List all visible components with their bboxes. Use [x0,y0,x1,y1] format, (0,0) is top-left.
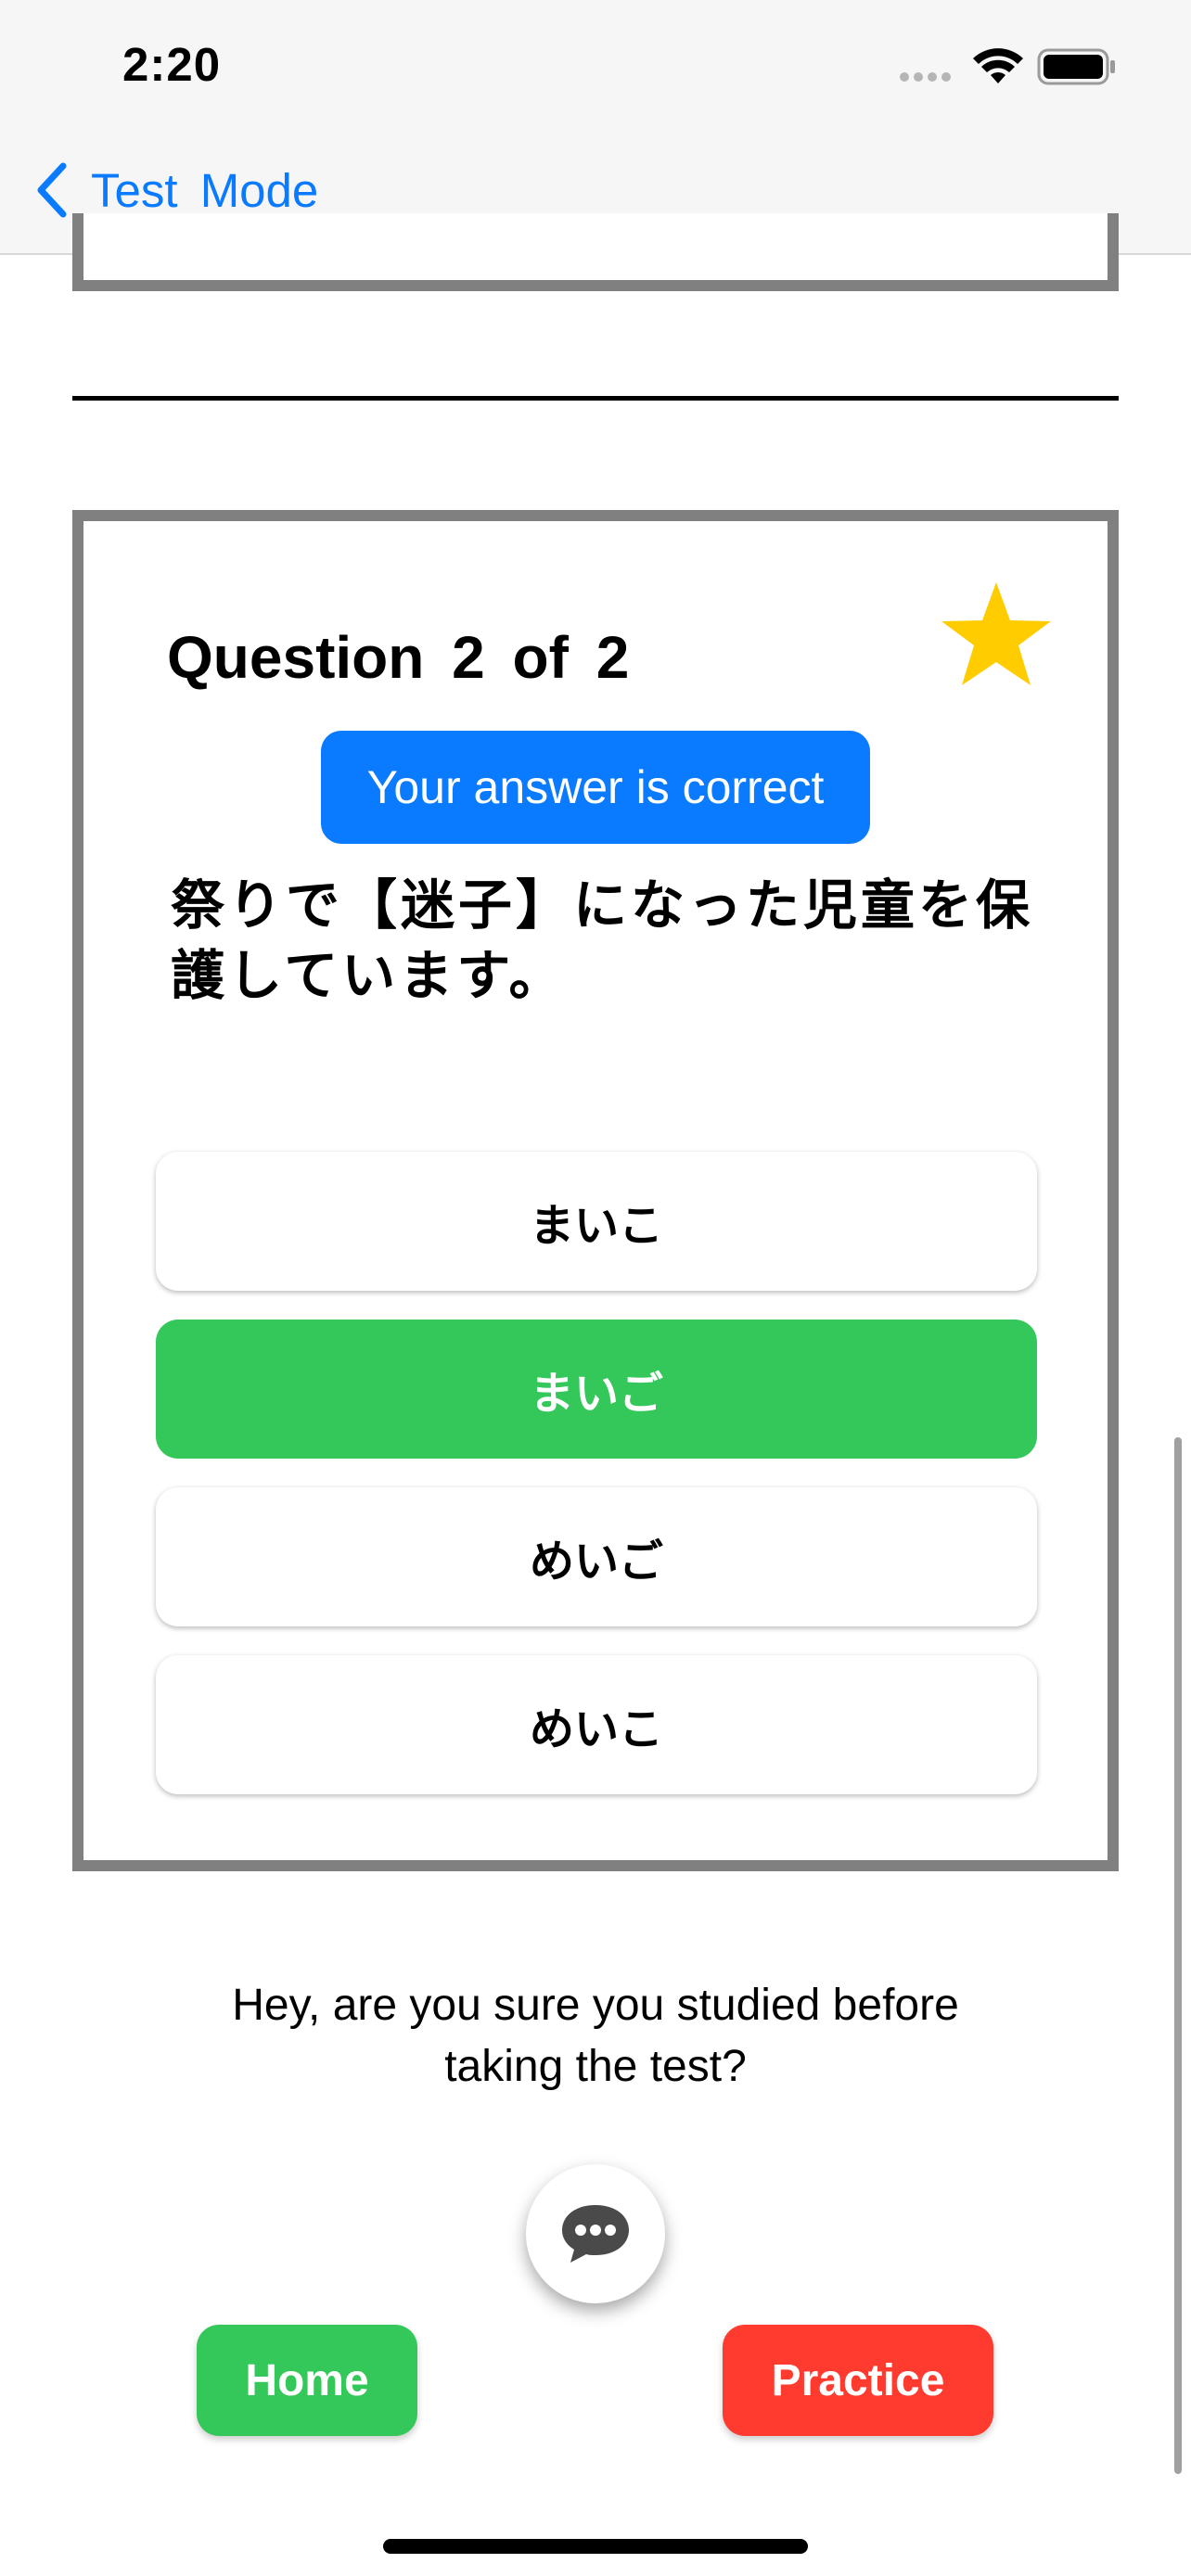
answer-option-4[interactable]: めいこ [156,1655,1037,1794]
question-text: 祭りで【迷子】になった児童を保護しています。 [171,874,1034,1007]
practice-button[interactable]: Practice [723,2325,993,2436]
home-button[interactable]: Home [197,2325,417,2436]
star-icon[interactable] [939,579,1054,690]
back-label: Test Mode [91,163,319,217]
result-badge: Your answer is correct [321,731,870,844]
wifi-icon [973,48,1023,83]
chevron-left-icon [37,162,67,218]
answer-options: まいこ まいご めいご めいこ [156,1152,1037,1823]
chat-button[interactable] [526,2164,665,2303]
divider [72,396,1119,401]
answer-option-1[interactable]: まいこ [156,1152,1037,1291]
battery-icon [1037,48,1115,85]
status-time: 2:20 [122,38,222,91]
chat-bubble-icon [562,2205,629,2263]
screen: 2:20 Test Mode Question 2 of 2 Your answ… [0,0,1191,2576]
previous-question-card [72,213,1119,291]
scrollbar[interactable] [1174,1437,1182,2474]
home-indicator[interactable] [383,2539,808,2554]
feedback-message: Hey, are you sure you studied before tak… [232,1981,959,2091]
cellular-signal-icon [900,72,951,82]
answer-option-2[interactable]: まいご [156,1320,1037,1459]
question-title: Question 2 of 2 [167,624,630,691]
answer-option-3[interactable]: めいご [156,1487,1037,1626]
question-card: Question 2 of 2 Your answer is correct 祭… [72,510,1119,1871]
